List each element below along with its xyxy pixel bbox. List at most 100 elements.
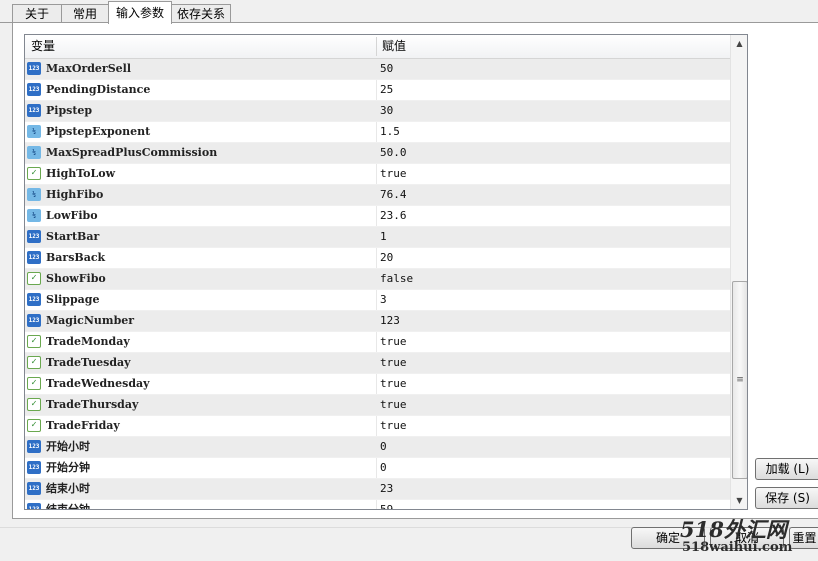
variable-value[interactable]: 59 bbox=[380, 500, 393, 509]
table-row[interactable]: ✓ HighToLow true bbox=[25, 164, 730, 185]
int-icon: 123 bbox=[27, 314, 41, 327]
variable-value[interactable]: 23 bbox=[380, 479, 393, 499]
variable-name: PipstepExponent bbox=[46, 125, 151, 138]
int-icon: 123 bbox=[27, 461, 41, 474]
table-row[interactable]: ✓ TradeFriday true bbox=[25, 416, 730, 437]
table-row[interactable]: 123 StartBar 1 bbox=[25, 227, 730, 248]
int-icon: 123 bbox=[27, 440, 41, 453]
int-icon: 123 bbox=[27, 482, 41, 495]
table-row[interactable]: ✓ TradeMonday true bbox=[25, 332, 730, 353]
variable-value[interactable]: 20 bbox=[380, 248, 393, 268]
int-icon: 123 bbox=[27, 83, 41, 96]
tab-dependencies[interactable]: 依存关系 bbox=[171, 4, 231, 23]
variable-value[interactable]: 50.0 bbox=[380, 143, 407, 163]
inputs-grid: 变量 赋值 123 MaxOrderSell 50 123 PendingDistanc… bbox=[24, 34, 748, 510]
save-button[interactable]: 保存 (S) bbox=[755, 487, 818, 509]
table-row[interactable]: ½ PipstepExponent 1.5 bbox=[25, 122, 730, 143]
bool-icon: ✓ bbox=[27, 398, 41, 411]
watermark-url: 518waihui.com bbox=[682, 540, 793, 555]
grid-header: 变量 赋值 bbox=[25, 35, 730, 59]
table-row[interactable]: ½ HighFibo 76.4 bbox=[25, 185, 730, 206]
double-icon: ½ bbox=[27, 188, 41, 201]
variable-value[interactable]: 76.4 bbox=[380, 185, 407, 205]
double-icon: ½ bbox=[27, 125, 41, 138]
int-icon: 123 bbox=[27, 230, 41, 243]
column-header-value[interactable]: 赋值 bbox=[382, 35, 406, 58]
variable-name: Slippage bbox=[46, 293, 100, 306]
table-row[interactable]: ½ MaxSpreadPlusCommission 50.0 bbox=[25, 143, 730, 164]
variable-name: TradeFriday bbox=[46, 419, 120, 432]
table-row[interactable]: ✓ TradeWednesday true bbox=[25, 374, 730, 395]
bool-icon: ✓ bbox=[27, 419, 41, 432]
variable-name: MagicNumber bbox=[46, 314, 135, 327]
variable-value[interactable]: true bbox=[380, 332, 407, 352]
variable-name: HighFibo bbox=[46, 188, 104, 201]
variable-name: StartBar bbox=[46, 230, 100, 243]
variable-value[interactable]: 0 bbox=[380, 437, 387, 457]
variable-value[interactable]: 25 bbox=[380, 80, 393, 100]
variable-name: 结束分钟 bbox=[46, 503, 90, 510]
variable-value[interactable]: 1 bbox=[380, 227, 387, 247]
variable-name: MaxOrderSell bbox=[46, 62, 132, 75]
table-row[interactable]: 123 结束小时 23 bbox=[25, 479, 730, 500]
reset-button[interactable]: 重置 bbox=[789, 527, 818, 549]
table-row[interactable]: 123 MaxOrderSell 50 bbox=[25, 59, 730, 80]
table-row[interactable]: ½ LowFibo 23.6 bbox=[25, 206, 730, 227]
vertical-scrollbar[interactable]: ▲ ≡ ▼ bbox=[730, 35, 747, 509]
tab-about[interactable]: 关于 bbox=[12, 4, 62, 23]
scroll-thumb[interactable]: ≡ bbox=[732, 281, 747, 479]
table-row[interactable]: 123 PendingDistance 25 bbox=[25, 80, 730, 101]
int-icon: 123 bbox=[27, 251, 41, 264]
variable-value[interactable]: 123 bbox=[380, 311, 400, 331]
variable-value[interactable]: true bbox=[380, 374, 407, 394]
variable-name: ShowFibo bbox=[46, 272, 106, 285]
variable-value[interactable]: false bbox=[380, 269, 413, 289]
column-header-variable[interactable]: 变量 bbox=[31, 35, 55, 58]
variable-value[interactable]: 30 bbox=[380, 101, 393, 121]
variable-value[interactable]: 0 bbox=[380, 458, 387, 478]
int-icon: 123 bbox=[27, 293, 41, 306]
scroll-up-icon[interactable]: ▲ bbox=[731, 35, 747, 52]
tab-common[interactable]: 常用 bbox=[61, 4, 109, 23]
variable-name: HighToLow bbox=[46, 167, 116, 180]
variable-name: TradeTuesday bbox=[46, 356, 131, 369]
load-button[interactable]: 加载 (L) bbox=[755, 458, 818, 480]
variable-name: 开始小时 bbox=[46, 440, 90, 453]
variable-value[interactable]: true bbox=[380, 395, 407, 415]
ea-properties-dialog: 关于 常用 输入参数 依存关系 变量 赋值 123 MaxOrderSell 50 1… bbox=[0, 0, 818, 561]
table-row[interactable]: 123 MagicNumber 123 bbox=[25, 311, 730, 332]
table-row[interactable]: ✓ TradeThursday true bbox=[25, 395, 730, 416]
variable-name: PendingDistance bbox=[46, 83, 151, 96]
column-separator[interactable] bbox=[376, 37, 377, 56]
table-row[interactable]: 123 开始小时 0 bbox=[25, 437, 730, 458]
variable-value[interactable]: true bbox=[380, 416, 407, 436]
table-row[interactable]: 123 Slippage 3 bbox=[25, 290, 730, 311]
bool-icon: ✓ bbox=[27, 335, 41, 348]
variable-value[interactable]: true bbox=[380, 353, 407, 373]
table-row[interactable]: 123 Pipstep 30 bbox=[25, 101, 730, 122]
variable-name: 开始分钟 bbox=[46, 461, 90, 474]
variable-name: BarsBack bbox=[46, 251, 106, 264]
table-row[interactable]: 123 BarsBack 20 bbox=[25, 248, 730, 269]
variable-value[interactable]: true bbox=[380, 164, 407, 184]
variable-value[interactable]: 1.5 bbox=[380, 122, 400, 142]
double-icon: ½ bbox=[27, 209, 41, 222]
table-row[interactable]: ✓ ShowFibo false bbox=[25, 269, 730, 290]
variable-name: TradeWednesday bbox=[46, 377, 150, 390]
table-row[interactable]: 123 开始分钟 0 bbox=[25, 458, 730, 479]
table-row[interactable]: 123 结束分钟 59 bbox=[25, 500, 730, 510]
variable-name: 结束小时 bbox=[46, 482, 90, 495]
bool-icon: ✓ bbox=[27, 167, 41, 180]
table-row[interactable]: ✓ TradeTuesday true bbox=[25, 353, 730, 374]
variable-value[interactable]: 23.6 bbox=[380, 206, 407, 226]
int-icon: 123 bbox=[27, 503, 41, 509]
variable-name: MaxSpreadPlusCommission bbox=[46, 146, 218, 159]
scroll-down-icon[interactable]: ▼ bbox=[731, 492, 747, 509]
double-icon: ½ bbox=[27, 146, 41, 159]
tab-inputs[interactable]: 输入参数 bbox=[108, 1, 172, 24]
variable-value[interactable]: 3 bbox=[380, 290, 387, 310]
variable-name: LowFibo bbox=[46, 209, 98, 222]
int-icon: 123 bbox=[27, 62, 41, 75]
variable-value[interactable]: 50 bbox=[380, 59, 393, 79]
bool-icon: ✓ bbox=[27, 377, 41, 390]
